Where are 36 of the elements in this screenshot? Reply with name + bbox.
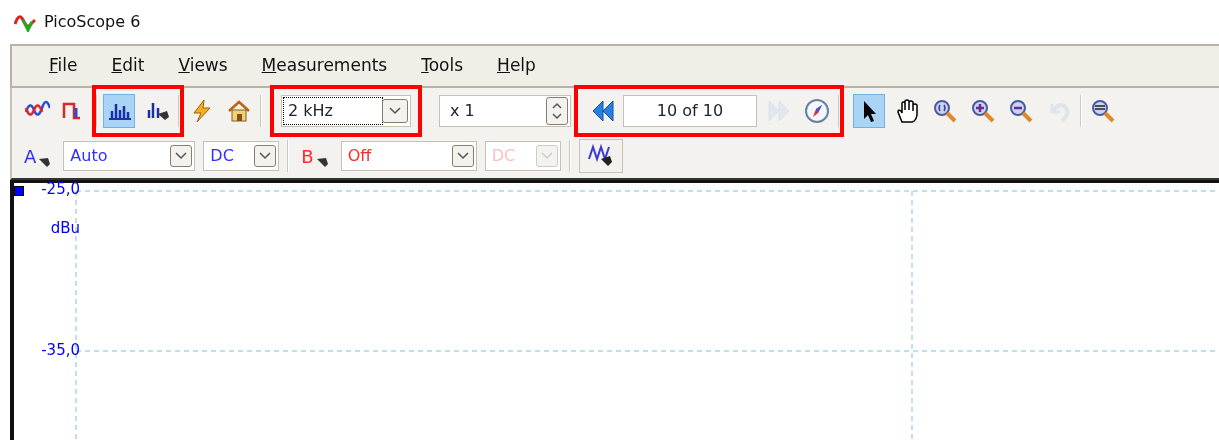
zoom-in-icon <box>970 98 996 124</box>
axis-label: -25,0 <box>41 179 80 200</box>
chevron-down-icon <box>540 152 553 160</box>
menu-item[interactable]: File <box>38 53 89 79</box>
home-icon <box>226 98 252 124</box>
menu-item[interactable]: Edit <box>100 53 156 79</box>
range-dropdown[interactable]: Auto <box>63 141 196 171</box>
window-title: PicoScope 6 <box>44 11 141 33</box>
compass-icon <box>804 98 830 124</box>
channel-button[interactable]: A <box>20 142 56 170</box>
buffer-counter-field[interactable]: 10 of 10 <box>623 95 757 127</box>
coupling-dropdown[interactable]: DC <box>203 141 280 171</box>
zoom-fit-icon <box>932 98 958 124</box>
waveform-hand-icon <box>586 143 615 169</box>
zoom-out-icon <box>1008 98 1034 124</box>
menu-item[interactable]: Tools <box>410 53 475 79</box>
hand-icon <box>894 98 920 124</box>
multiplier-spinbox[interactable]: x 1 <box>439 95 571 127</box>
menu-item[interactable]: Measurements <box>250 53 399 79</box>
unit-label: dBu <box>50 218 80 239</box>
spin-arrows-icon <box>551 101 563 121</box>
coupling-dropdown: DC <box>484 141 561 171</box>
toolbar-button[interactable] <box>103 94 135 128</box>
menu-item[interactable]: Help <box>486 53 547 79</box>
fast-forward-icon <box>766 98 792 124</box>
signal-generator-button[interactable] <box>578 139 623 173</box>
chevron-down-icon <box>259 152 272 160</box>
axis-label: -35,0 <box>41 340 80 361</box>
toolbar-button[interactable] <box>853 94 885 128</box>
app-logo-icon <box>14 12 36 32</box>
menu-item[interactable]: Views <box>167 53 239 79</box>
range-dropdown[interactable]: Off <box>340 141 477 171</box>
chevron-down-icon <box>456 152 469 160</box>
chevron-down-icon <box>175 152 188 160</box>
timebase-dropdown[interactable]: 2 kHz <box>281 95 411 127</box>
chevron-down-icon <box>389 107 401 115</box>
